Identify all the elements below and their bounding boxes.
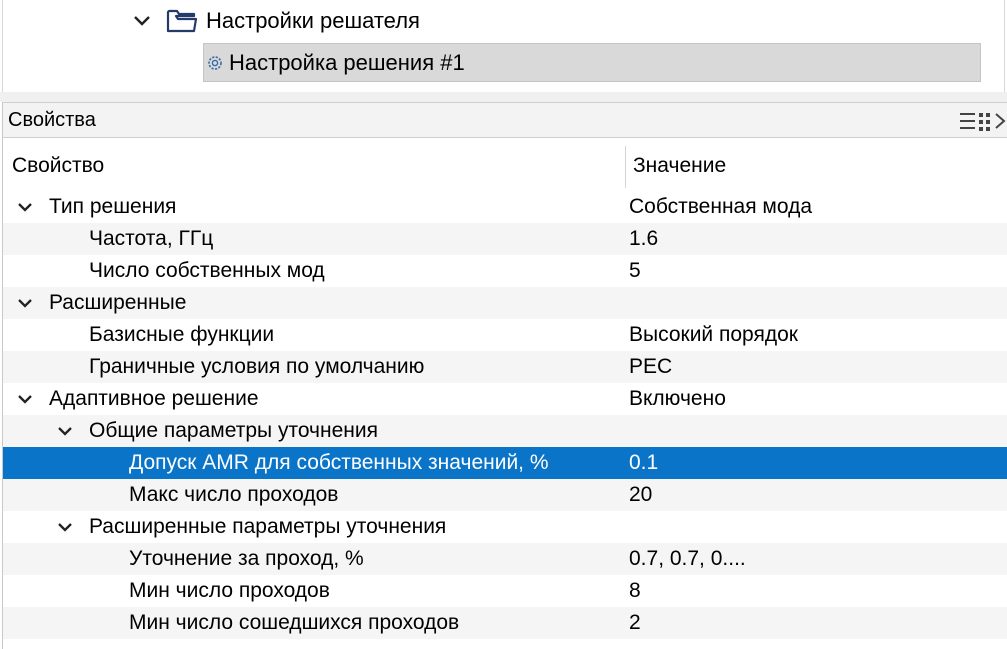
- column-separator[interactable]: [625, 146, 626, 188]
- property-value[interactable]: 1.6: [629, 227, 658, 251]
- property-value[interactable]: 2: [629, 611, 641, 635]
- chevron-down-icon[interactable]: [11, 289, 39, 317]
- property-row[interactable]: Число собственных мод 5: [3, 255, 1007, 287]
- panel-title: Свойства: [8, 108, 96, 131]
- property-name: Частота, ГГц: [89, 227, 214, 250]
- property-name: Число собственных мод: [89, 259, 325, 282]
- property-value[interactable]: PEC: [629, 355, 672, 379]
- property-name: Макс число проходов: [129, 483, 339, 506]
- folder-icon: [166, 8, 198, 34]
- property-value[interactable]: 0.1: [629, 451, 658, 475]
- tree-item-solution-setup[interactable]: Настройка решения #1: [203, 43, 981, 82]
- property-name: Общие параметры уточнения: [89, 419, 378, 442]
- chevron-down-icon[interactable]: [11, 385, 39, 413]
- property-name: Расширенные параметры уточнения: [89, 515, 447, 538]
- property-row[interactable]: Адаптивное решение Включено: [3, 383, 1007, 415]
- property-row[interactable]: Базисные функции Высокий порядок: [3, 319, 1007, 351]
- property-row[interactable]: Общие параметры уточнения: [3, 415, 1007, 447]
- property-name: Расширенные: [49, 291, 187, 314]
- property-row[interactable]: Мин число проходов 8: [3, 575, 1007, 607]
- property-value[interactable]: 20: [629, 483, 652, 507]
- property-name: Мин число сошедшихся проходов: [129, 611, 460, 634]
- property-row[interactable]: Мин число сошедшихся проходов 2: [3, 607, 1007, 639]
- project-tree: Настройки решателя Настройка решения #1: [0, 0, 1007, 92]
- property-name: Тип решения: [49, 195, 177, 218]
- chevron-down-icon[interactable]: [51, 417, 79, 445]
- gear-icon: [206, 54, 224, 72]
- chevron-down-icon[interactable]: [128, 7, 156, 35]
- property-value[interactable]: Высокий порядок: [629, 323, 798, 347]
- property-row[interactable]: Допуск AMR для собственных значений, % 0.…: [3, 447, 1007, 479]
- tree-item-label: Настройка решения #1: [229, 49, 465, 75]
- tree-left-border: [2, 0, 3, 92]
- property-row[interactable]: Расширенные: [3, 287, 1007, 319]
- app-window: Настройки решателя Настройка решения #1 …: [0, 0, 1007, 649]
- property-row[interactable]: Граничные условия по умолчанию PEC: [3, 351, 1007, 383]
- property-name: Мин число проходов: [129, 579, 330, 602]
- property-name: Уточнение за проход, %: [129, 547, 364, 570]
- chevron-down-icon[interactable]: [51, 513, 79, 541]
- property-row[interactable]: Расширенные параметры уточнения: [3, 511, 1007, 543]
- property-value[interactable]: Включено: [629, 387, 726, 411]
- column-header-value[interactable]: Значение: [633, 154, 726, 178]
- tree-right-border: [1004, 0, 1005, 92]
- property-row[interactable]: Уточнение за проход, % 0.7, 0.7, 0....: [3, 543, 1007, 575]
- property-name: Адаптивное решение: [49, 387, 259, 410]
- property-value[interactable]: Собственная мода: [629, 195, 812, 219]
- panel-menu-icon[interactable]: [958, 111, 1007, 131]
- properties-header: Свойства: [3, 102, 1007, 138]
- property-value[interactable]: 8: [629, 579, 641, 603]
- column-header-property[interactable]: Свойство: [12, 154, 104, 178]
- property-row[interactable]: Макс число проходов 20: [3, 479, 1007, 511]
- chevron-down-icon[interactable]: [11, 193, 39, 221]
- property-value[interactable]: 5: [629, 259, 641, 283]
- property-row[interactable]: Частота, ГГц 1.6: [3, 223, 1007, 255]
- panel-splitter[interactable]: [0, 92, 1007, 102]
- tree-item-label: Настройки решателя: [206, 8, 420, 33]
- property-grid: Тип решения Собственная мода Частота, ГГц 1…: [3, 191, 1007, 639]
- property-name: Граничные условия по умолчанию: [89, 355, 425, 378]
- column-header: Свойство Значение: [3, 146, 1007, 188]
- property-name: Допуск AMR для собственных значений, %: [129, 451, 549, 474]
- property-value[interactable]: 0.7, 0.7, 0....: [629, 547, 746, 571]
- property-row[interactable]: Тип решения Собственная мода: [3, 191, 1007, 223]
- properties-panel: Свойства Свойство Значение Тип решения С…: [2, 102, 1007, 649]
- property-name: Базисные функции: [89, 323, 275, 346]
- tree-item-solver-settings[interactable]: Настройки решателя: [128, 2, 420, 40]
